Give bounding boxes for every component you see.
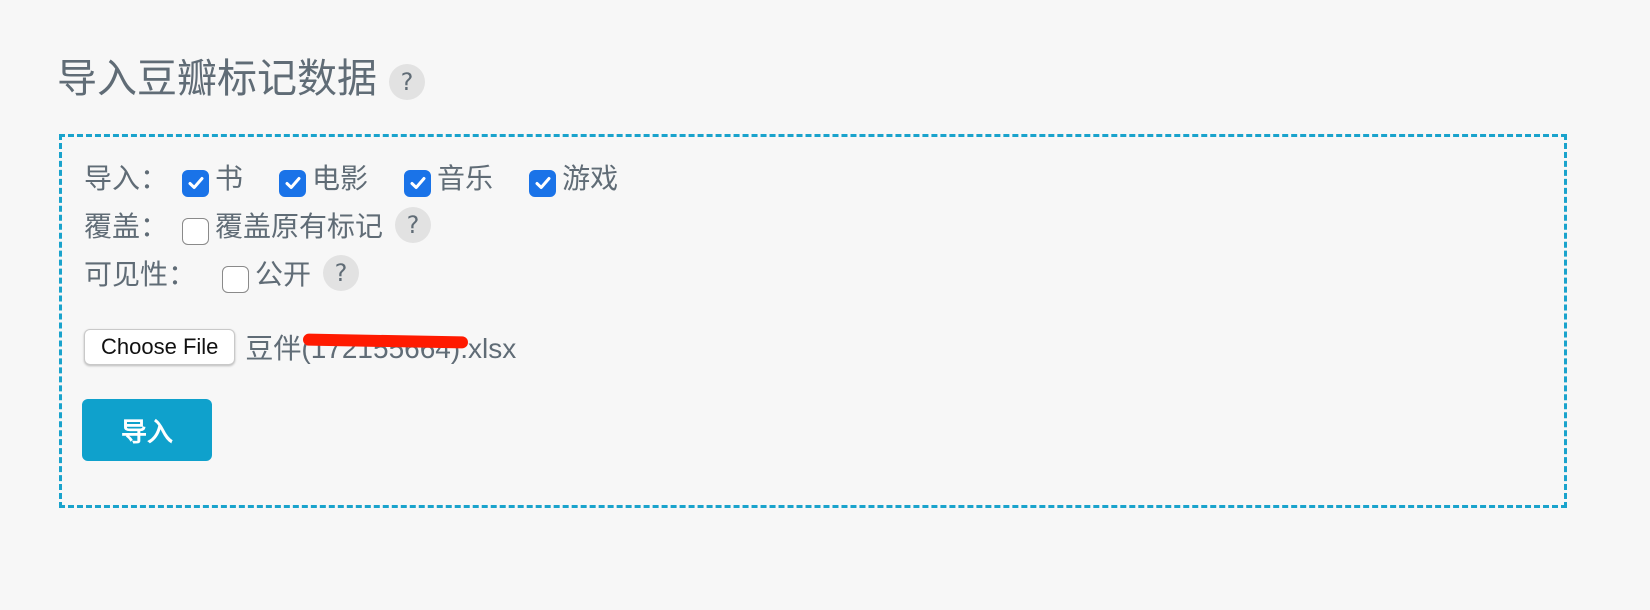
checkmark-icon (188, 177, 204, 189)
movie-checkbox[interactable] (279, 169, 307, 197)
import-form-panel: 导入： 书 电影 音乐 游戏 覆盖： 覆盖原有标记 ? 可见性： 公开 ? Ch… (59, 134, 1567, 508)
page: 导入豆瓣标记数据 ? 导入： 书 电影 音乐 游戏 覆盖： 覆盖原有标记 ? 可… (0, 0, 1650, 610)
music-checkbox-label: 音乐 (437, 162, 494, 195)
import-submit-button[interactable]: 导入 (82, 399, 212, 461)
overwrite-label: 覆盖： (84, 210, 169, 243)
checkmark-icon (410, 177, 426, 189)
game-checkbox[interactable] (529, 169, 557, 197)
overwrite-item[interactable]: 覆盖原有标记 (182, 209, 383, 245)
file-picker-row: Choose File 豆伴(172155664).xlsx (84, 327, 516, 367)
visibility-item[interactable]: 公开 (222, 257, 311, 293)
import-types-label: 导入： (84, 162, 169, 195)
checkbox-item-game[interactable]: 游戏 (529, 161, 618, 197)
selected-file-name: 豆伴(172155664).xlsx (245, 327, 516, 367)
checkbox-item-movie[interactable]: 电影 (279, 161, 368, 197)
visibility-help-icon[interactable]: ? (323, 255, 360, 291)
checkmark-icon (535, 177, 551, 189)
visibility-label: 可见性： (84, 258, 197, 291)
overwrite-row: 覆盖： 覆盖原有标记 ? (84, 207, 432, 245)
movie-checkbox-label: 电影 (312, 162, 369, 195)
visibility-row: 可见性： 公开 ? (84, 255, 360, 293)
page-header: 导入豆瓣标记数据 ? (57, 54, 425, 104)
checkbox-item-book[interactable]: 书 (182, 161, 243, 197)
checkmark-icon (285, 177, 301, 189)
import-types-row: 导入： 书 电影 音乐 游戏 (84, 161, 640, 197)
choose-file-button[interactable]: Choose File (84, 329, 236, 365)
music-checkbox[interactable] (404, 169, 432, 197)
page-title: 导入豆瓣标记数据 (57, 56, 377, 102)
book-checkbox[interactable] (182, 169, 210, 197)
public-checkbox-label: 公开 (255, 258, 312, 291)
overwrite-checkbox[interactable] (182, 217, 210, 245)
checkbox-item-music[interactable]: 音乐 (404, 161, 493, 197)
game-checkbox-label: 游戏 (562, 162, 619, 195)
title-help-icon[interactable]: ? (389, 64, 425, 100)
public-checkbox[interactable] (222, 265, 250, 293)
overwrite-checkbox-label: 覆盖原有标记 (215, 210, 384, 243)
book-checkbox-label: 书 (215, 162, 244, 195)
overwrite-help-icon[interactable]: ? (395, 207, 432, 243)
